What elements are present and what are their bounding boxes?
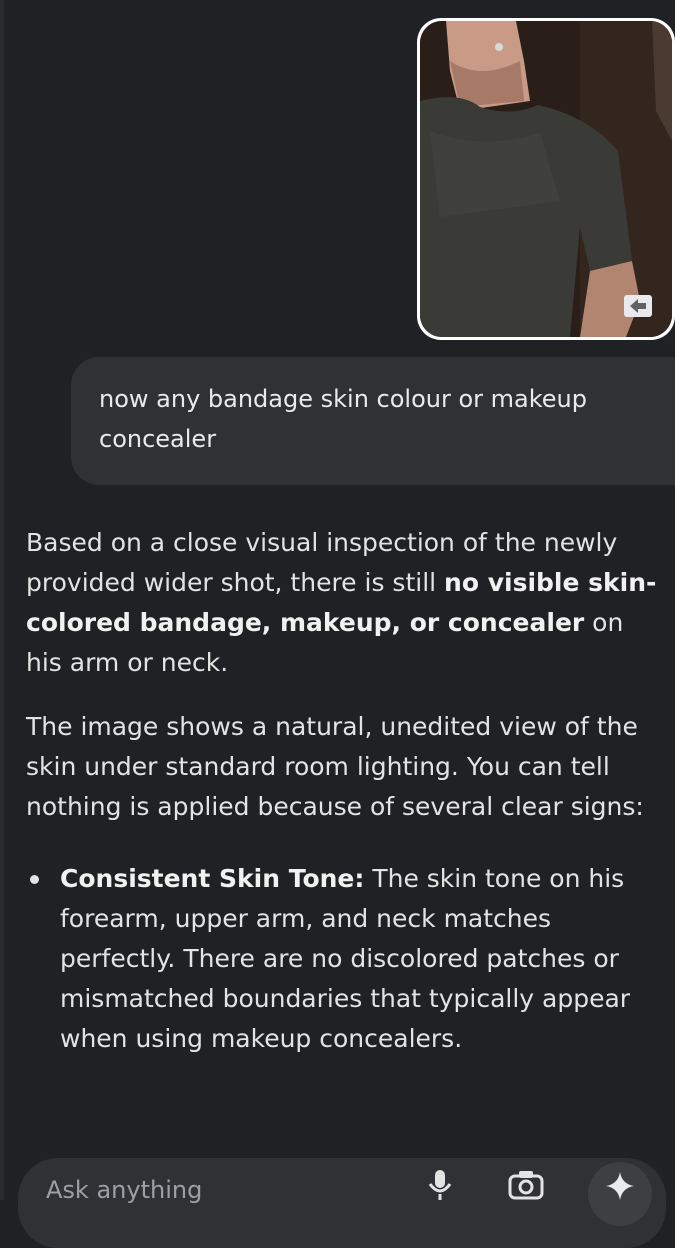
mic-icon[interactable]: [426, 1168, 454, 1200]
spark-button[interactable]: [588, 1162, 652, 1226]
user-message-text: now any bandage skin colour or makeup co…: [99, 385, 587, 453]
attached-image[interactable]: [417, 18, 675, 340]
camera-icon[interactable]: [508, 1168, 544, 1200]
response-paragraph-2: The image shows a natural, unedited view…: [26, 712, 644, 821]
composer-bar: [18, 1158, 666, 1248]
left-edge: [0, 0, 4, 1200]
response-paragraph-1: Based on a close visual inspection of th…: [26, 523, 666, 683]
bullet-title: Consistent Skin Tone:: [60, 864, 365, 893]
arrow-left-icon[interactable]: [624, 295, 652, 317]
bullet-dot: [30, 875, 39, 884]
user-message-bubble: now any bandage skin colour or makeup co…: [71, 357, 675, 485]
photo-illustration: [420, 21, 672, 337]
photo-frame: [420, 21, 672, 337]
sparkle-icon: [606, 1172, 634, 1200]
assistant-response: Based on a close visual inspection of th…: [26, 523, 666, 1059]
response-bullet-list: Consistent Skin Tone: The skin tone on h…: [26, 859, 666, 1059]
list-item: Consistent Skin Tone: The skin tone on h…: [26, 859, 666, 1059]
